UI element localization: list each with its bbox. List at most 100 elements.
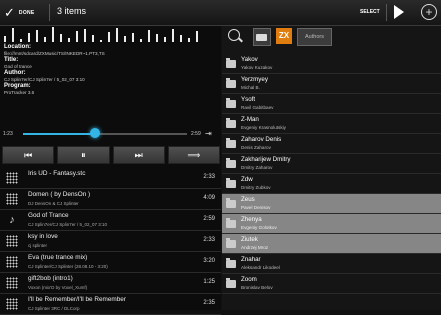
- pause-button[interactable]: ⏸: [57, 146, 110, 164]
- visualizer-bar: [156, 34, 158, 42]
- author-label: Author:: [4, 70, 26, 76]
- playlist-item[interactable]: Eva (true trance mix) CJ Splinter/CJ Spli…: [0, 252, 221, 273]
- folder-author: Aleksandr Likodeel: [241, 265, 280, 270]
- playlist-item[interactable]: ♪ God of Trance CJ Splin7er/CJ Splin7er / …: [0, 210, 221, 231]
- seek-fill: [23, 133, 96, 135]
- folder-name: Ysoft: [241, 96, 256, 103]
- folder-author: Evgeniy Golotkov: [241, 225, 277, 230]
- track-name: Domen ( by DensOn ): [28, 191, 91, 198]
- track-icon: [6, 235, 18, 247]
- folder-icon: [226, 58, 236, 68]
- folder-name: Znahar: [241, 256, 261, 263]
- folder-name: Ziutek: [241, 236, 258, 243]
- folder-author: Bronislav Belov: [241, 285, 273, 290]
- folder-item[interactable]: Yakov Yakov Kuzakov: [222, 54, 441, 74]
- add-icon[interactable]: +: [421, 4, 437, 20]
- folder-name: Yakov: [241, 56, 258, 63]
- select-button[interactable]: SELECT: [360, 9, 380, 15]
- folder-item[interactable]: Zhenya Evgeniy Golotkov: [222, 214, 441, 234]
- program-value: ProTracker 3.6: [4, 90, 35, 95]
- total-time: 2:59: [191, 131, 201, 137]
- track-artist: Voxon (mix'D by Voxel_Xumf): [28, 285, 88, 290]
- zx-button[interactable]: ZX: [276, 28, 292, 44]
- folder-icon: [226, 78, 236, 88]
- divider: [386, 4, 387, 21]
- playlist-item[interactable]: ksy in love cj splinter 2:33: [0, 231, 221, 252]
- track-duration: 2:33: [203, 237, 215, 243]
- track-duration: 2:35: [203, 300, 215, 306]
- folder-item[interactable]: Zdw Dmitry Zubkov: [222, 174, 441, 194]
- visualizer-bar: [172, 29, 174, 42]
- folder-name: Z-Man: [241, 116, 259, 123]
- folder-item[interactable]: Ziutek Andrzej Mroz: [222, 234, 441, 254]
- track-duration: 1:25: [203, 279, 215, 285]
- folder-author: Dmitry Zaharov: [241, 165, 273, 170]
- visualizer-bar: [12, 28, 14, 42]
- folder-icon: [226, 198, 236, 208]
- track-info: Location: file:///mnt/sdcard/ZXMusic/TS/…: [4, 44, 219, 96]
- folder-author: Evgeniy Krasnolutskiy: [241, 125, 286, 130]
- done-label: DONE: [18, 9, 35, 16]
- track-icon: [6, 298, 18, 310]
- track-icon: [6, 193, 18, 205]
- folder-item[interactable]: Ysoft Ravil Gabitbaev: [222, 94, 441, 114]
- title-label: Title:: [4, 57, 19, 63]
- track-artist: DJ DensOn & CJ Splinter: [28, 201, 79, 206]
- folder-item[interactable]: Zakharijew Dmitry Dmitry Zaharov: [222, 154, 441, 174]
- player-panel: Location: file:///mnt/sdcard/ZXMusic/TS/…: [0, 26, 221, 315]
- search-icon[interactable]: [228, 29, 240, 41]
- folder-name: Zeus: [241, 196, 255, 203]
- track-name: Iris UD - Fantasy.stc: [28, 170, 86, 177]
- visualizer-bar: [52, 27, 54, 42]
- playlist-item[interactable]: I'll be Remember/I'll be Remember CJ Spli…: [0, 294, 221, 315]
- visualizer-bar: [116, 28, 118, 42]
- folder-item[interactable]: Yerzmyey Michal B.: [222, 74, 441, 94]
- playlist-item[interactable]: Domen ( by DensOn ) DJ DensOn & CJ Splint…: [0, 189, 221, 210]
- divider: [49, 4, 50, 21]
- track-icon: [6, 172, 18, 184]
- track-artist: CJ Splin7er/CJ Splin7er / 5_02_07 3:10: [28, 222, 108, 227]
- track-artist: cj splinter: [28, 243, 48, 248]
- shuffle-button[interactable]: ⟹: [167, 146, 220, 164]
- folder-author: Michal B.: [241, 85, 260, 90]
- folder-item[interactable]: Zoom Bronislav Belov: [222, 274, 441, 294]
- check-icon: ✓: [4, 4, 15, 20]
- program-label: Program:: [4, 83, 31, 89]
- track-name: gift2bob (intro1): [28, 275, 73, 282]
- done-button[interactable]: ✓ DONE: [4, 3, 50, 22]
- folder-item[interactable]: Znahar Aleksandr Likodeel: [222, 254, 441, 274]
- track-name: God of Trance: [28, 212, 69, 219]
- visualizer-bar: [92, 35, 94, 42]
- selection-count: 3 items: [57, 6, 87, 16]
- folder-item[interactable]: Zeus Pavel Denisov: [222, 194, 441, 214]
- visualizer-bar: [164, 37, 166, 42]
- folder-author: Dmitry Zubkov: [241, 185, 271, 190]
- track-icon: [6, 256, 18, 268]
- repeat-icon[interactable]: ⇥: [205, 129, 212, 138]
- folder-item[interactable]: Zaharov Denis Denis Zaharov: [222, 134, 441, 154]
- browser-toolbar: ZX Authors: [222, 26, 441, 48]
- previous-button[interactable]: ⏮: [2, 146, 55, 164]
- visualizer-bar: [124, 36, 126, 42]
- visualizer-bar: [68, 38, 70, 42]
- folder-view-icon[interactable]: [253, 28, 271, 46]
- track-duration: 2:59: [203, 216, 215, 222]
- track-icon: [6, 277, 18, 289]
- folder-author: Denis Zaharov: [241, 145, 271, 150]
- visualizer-bar: [148, 30, 150, 42]
- elapsed-time: 1:23: [3, 131, 13, 137]
- seek-thumb[interactable]: [90, 128, 101, 138]
- folder-author: Andrzej Mroz: [241, 245, 269, 250]
- folder-item[interactable]: Z-Man Evgeniy Krasnolutskiy: [222, 114, 441, 134]
- folder-name: Zoom: [241, 276, 257, 283]
- authors-button[interactable]: Authors: [297, 28, 332, 46]
- next-button[interactable]: ⏭: [112, 146, 165, 164]
- folder-icon: [226, 218, 236, 228]
- visualizer-bar: [44, 37, 46, 42]
- folder-author: Ravil Gabitbaev: [241, 105, 274, 110]
- playlist-item[interactable]: gift2bob (intro1) Voxon (mix'D by Voxel_X…: [0, 273, 221, 294]
- playlist-item[interactable]: Iris UD - Fantasy.stc 2:33: [0, 168, 221, 189]
- track-duration: 2:33: [203, 174, 215, 180]
- visualizer-bar: [20, 39, 22, 42]
- play-icon[interactable]: [394, 5, 404, 19]
